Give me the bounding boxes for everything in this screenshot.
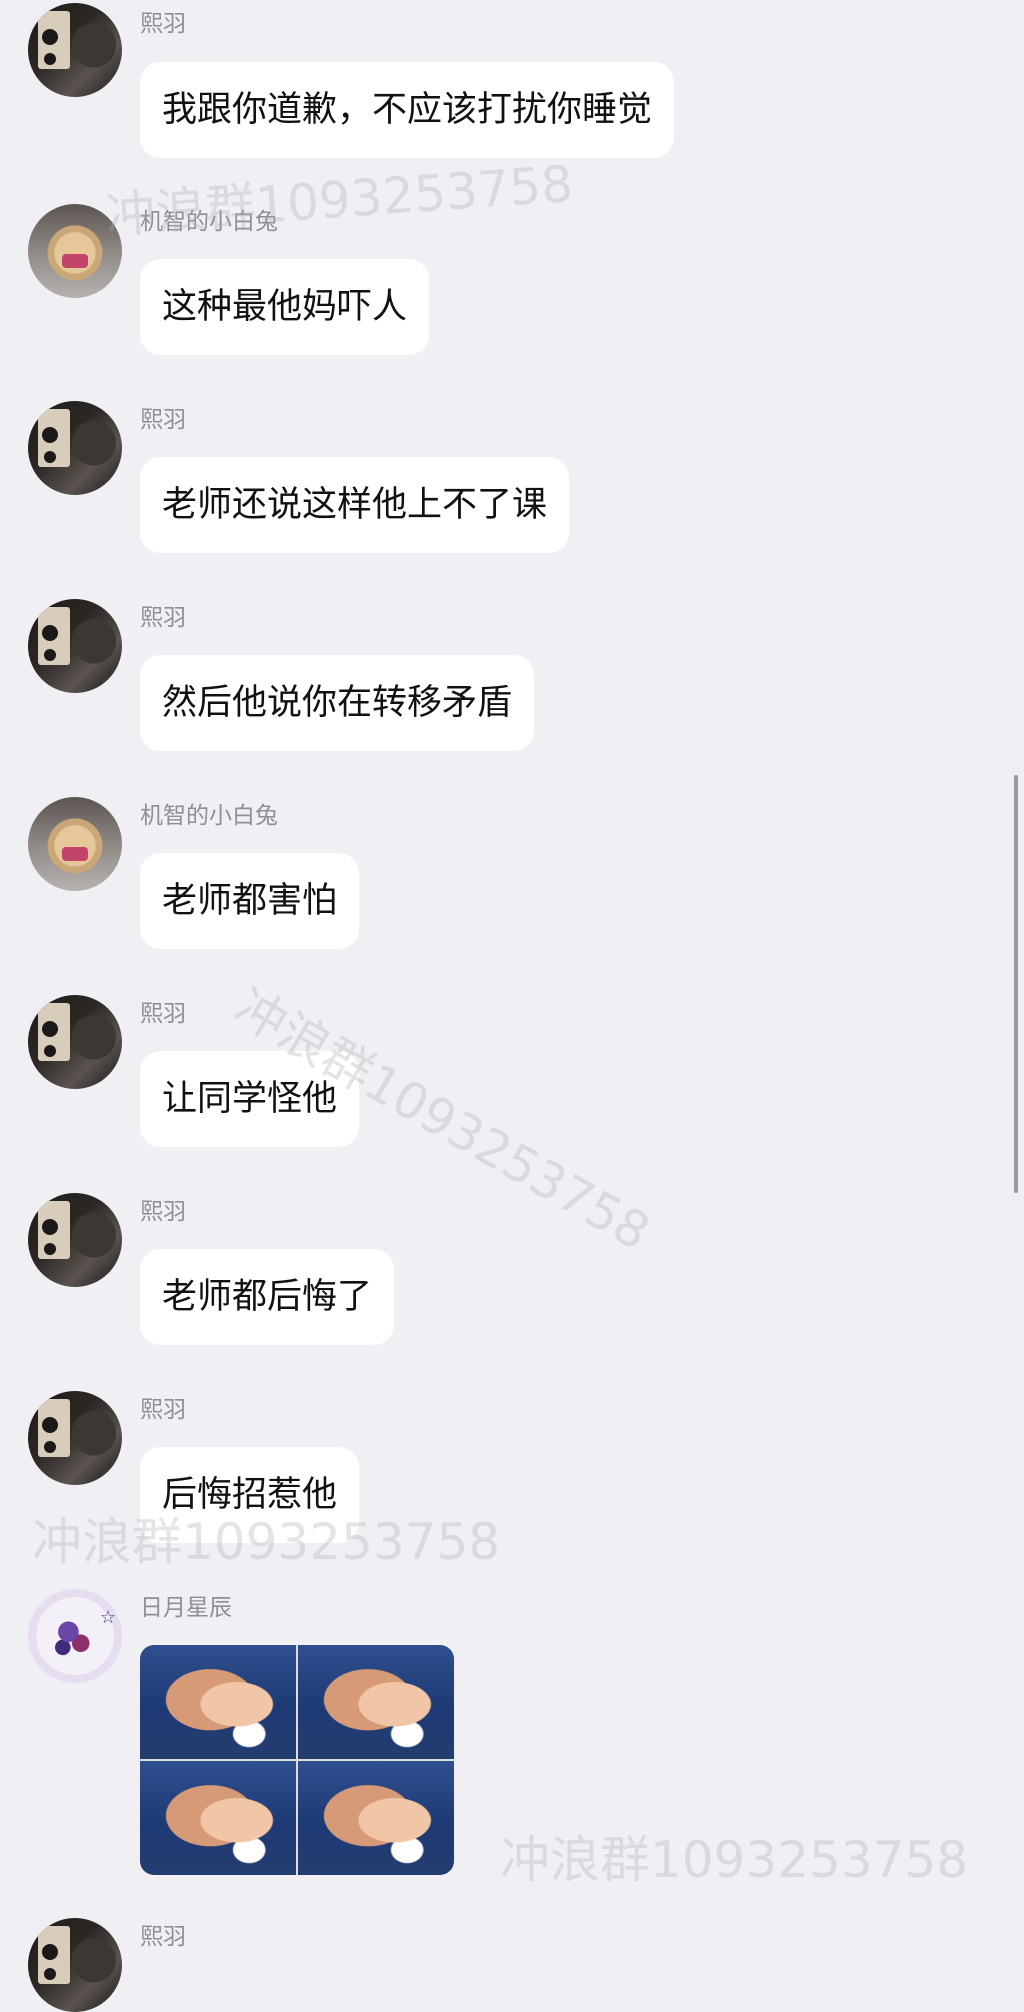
- watermark-text: 冲浪群1093253758: [500, 1831, 969, 1889]
- avatar-xiyu[interactable]: [28, 599, 122, 693]
- sticker-panel: [298, 1761, 454, 1875]
- sender-name: 熙羽: [140, 605, 186, 631]
- avatar-xiyu[interactable]: [28, 1918, 122, 2012]
- avatar-stars[interactable]: [28, 1589, 122, 1683]
- message-bubble[interactable]: 我跟你道歉，不应该打扰你睡觉: [140, 62, 675, 158]
- message-bubble[interactable]: 然后他说你在转移矛盾: [140, 655, 535, 751]
- avatar-xiyu[interactable]: [28, 401, 122, 495]
- avatar-xiyu[interactable]: [28, 1193, 122, 1287]
- avatar-xiyu[interactable]: [28, 3, 122, 97]
- avatar-rabbit[interactable]: [28, 204, 122, 298]
- sender-name: 机智的小白兔: [140, 209, 278, 235]
- sender-name: 熙羽: [140, 1199, 186, 1225]
- sender-name: 熙羽: [140, 1924, 186, 1950]
- message-bubble[interactable]: 这种最他妈吓人: [140, 259, 430, 355]
- chat-message-list[interactable]: 熙羽 我跟你道歉，不应该打扰你睡觉 机智的小白兔 这种最他妈吓人 熙羽 老师还说…: [0, 0, 1024, 2012]
- sticker-image[interactable]: [140, 1645, 454, 1875]
- message-bubble[interactable]: 老师都后悔了: [140, 1249, 395, 1345]
- sender-name: 熙羽: [140, 11, 186, 37]
- sticker-panel: [140, 1761, 296, 1875]
- message-bubble[interactable]: 老师都害怕: [140, 853, 360, 949]
- scrollbar[interactable]: [1014, 775, 1018, 1193]
- sender-name: 熙羽: [140, 1397, 186, 1423]
- avatar-rabbit[interactable]: [28, 797, 122, 891]
- message-bubble[interactable]: 后悔招惹他: [140, 1447, 360, 1543]
- sender-name: 熙羽: [140, 407, 186, 433]
- sticker-panel: [140, 1645, 296, 1759]
- sender-name: 熙羽: [140, 1001, 186, 1027]
- message-bubble[interactable]: 让同学怪他: [140, 1051, 360, 1147]
- avatar-xiyu[interactable]: [28, 995, 122, 1089]
- sender-name: 机智的小白兔: [140, 803, 278, 829]
- sticker-panel: [298, 1645, 454, 1759]
- sender-name: 日月星辰: [140, 1595, 232, 1621]
- avatar-xiyu[interactable]: [28, 1391, 122, 1485]
- message-bubble[interactable]: 老师还说这样他上不了课: [140, 457, 570, 553]
